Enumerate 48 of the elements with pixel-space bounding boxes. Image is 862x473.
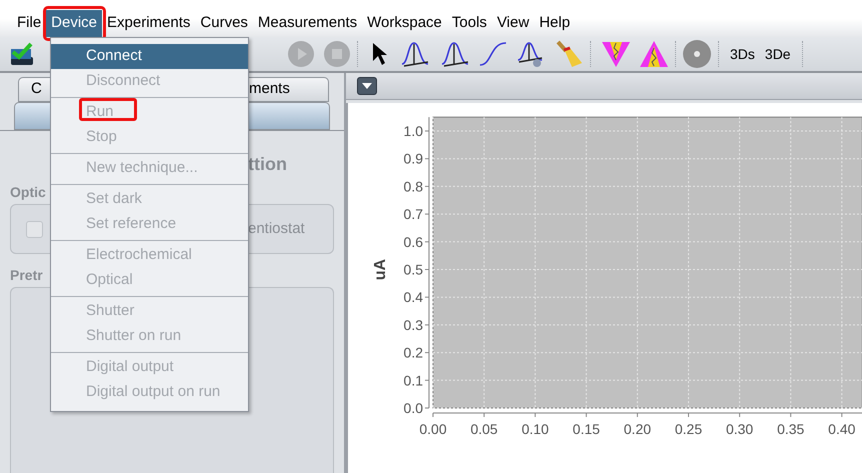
menu-bar-item[interactable]: View	[492, 10, 534, 37]
group-title: Optic	[10, 183, 46, 201]
y-tick-label: 0.7	[404, 206, 423, 222]
y-tick-label: 1.0	[404, 123, 423, 139]
y-tick-label: 0.5	[404, 262, 423, 278]
checkbox-label: entiostat	[248, 218, 305, 239]
x-tick-label: 0.15	[572, 421, 600, 437]
y-tick-label: 0.1	[404, 372, 423, 388]
menu-bar-item[interactable]: Workspace	[362, 10, 447, 37]
toolbar-text-button[interactable]: 3Ds	[725, 41, 760, 67]
menu-bar-item[interactable]: Help	[534, 10, 576, 37]
y-tick-label: 0.0	[404, 400, 423, 416]
x-tick-label: 0.00	[419, 421, 447, 437]
section-heading: ttion	[248, 152, 287, 176]
x-tick-label: 0.30	[726, 421, 754, 437]
x-tick-label: 0.25	[674, 421, 702, 437]
x-tick-label: 0.20	[624, 421, 652, 437]
y-tick-label: 0.3	[404, 316, 423, 333]
y-tick-label: 0.2	[404, 344, 423, 361]
y-tick-label: 0.8	[404, 178, 423, 194]
dropdown-button[interactable]	[357, 77, 377, 95]
s-curve-icon[interactable]	[478, 40, 508, 68]
disc-icon[interactable]	[682, 39, 712, 69]
broom-icon[interactable]	[554, 39, 584, 69]
x-tick-label: 0.05	[470, 421, 498, 437]
triangle-shape-icon[interactable]	[639, 40, 669, 68]
menu-bar-item[interactable]: Curves	[195, 10, 253, 37]
peak-icon[interactable]	[440, 40, 470, 68]
x-tick-label: 0.10	[522, 421, 549, 437]
x-tick-label: 0.40	[828, 421, 856, 437]
y-tick-label: 0.9	[404, 150, 423, 167]
device-check-icon[interactable]	[9, 41, 35, 67]
caret-icon	[362, 83, 372, 89]
menu-bar-item[interactable]: Device	[46, 10, 102, 37]
group-title: Pretr	[10, 266, 43, 284]
menu-bar-item[interactable]: Measurements	[252, 10, 362, 37]
toolbar-text-button[interactable]: 3De	[760, 41, 796, 67]
y-tick-label: 0.4	[404, 289, 423, 306]
y-axis-label: uA	[372, 258, 389, 280]
y-tick-label: 0.6	[404, 234, 423, 250]
checkbox[interactable]	[26, 220, 43, 238]
v-shape-icon[interactable]	[601, 40, 631, 68]
menu-item[interactable]: Connect	[51, 44, 248, 69]
menu-bar-item[interactable]: Tools	[446, 10, 492, 37]
x-tick-label: 0.35	[777, 421, 804, 437]
menu-bar-item[interactable]: Experiments	[102, 10, 196, 37]
peak-icon[interactable]	[400, 40, 430, 68]
menu-bar-item[interactable]: File	[12, 10, 46, 37]
